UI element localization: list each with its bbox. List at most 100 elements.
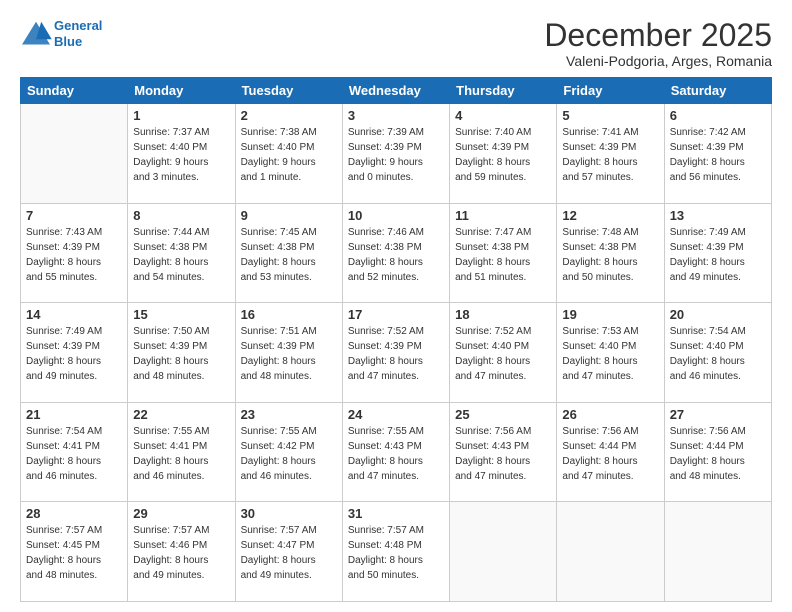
day-info: Sunrise: 7:38 AM Sunset: 4:40 PM Dayligh…	[241, 125, 337, 185]
logo-icon	[20, 20, 52, 48]
week-row: 14 Sunrise: 7:49 AM Sunset: 4:39 PM Dayli…	[21, 303, 772, 403]
day-number: 3	[348, 108, 444, 123]
logo-line2: Blue	[54, 34, 82, 49]
day-info: Sunrise: 7:52 AM Sunset: 4:39 PM Dayligh…	[348, 324, 444, 384]
day-number: 28	[26, 506, 122, 521]
day-number: 19	[562, 307, 658, 322]
day-number: 17	[348, 307, 444, 322]
logo-text: General Blue	[54, 18, 102, 49]
day-info: Sunrise: 7:44 AM Sunset: 4:38 PM Dayligh…	[133, 225, 229, 285]
header-day: Monday	[128, 78, 235, 104]
day-number: 18	[455, 307, 551, 322]
day-info: Sunrise: 7:57 AM Sunset: 4:47 PM Dayligh…	[241, 523, 337, 583]
week-row: 1 Sunrise: 7:37 AM Sunset: 4:40 PM Daylig…	[21, 104, 772, 204]
day-number: 10	[348, 208, 444, 223]
calendar-cell: 23Sunrise: 7:55 AM Sunset: 4:42 PM Dayli…	[235, 402, 342, 502]
day-number: 22	[133, 407, 229, 422]
calendar-cell: 15Sunrise: 7:50 AM Sunset: 4:39 PM Dayli…	[128, 303, 235, 403]
day-number: 13	[670, 208, 766, 223]
calendar-cell	[664, 502, 771, 602]
header-day: Thursday	[450, 78, 557, 104]
day-info: Sunrise: 7:48 AM Sunset: 4:38 PM Dayligh…	[562, 225, 658, 285]
day-info: Sunrise: 7:55 AM Sunset: 4:41 PM Dayligh…	[133, 424, 229, 484]
day-number: 30	[241, 506, 337, 521]
calendar-cell	[450, 502, 557, 602]
header-row: SundayMondayTuesdayWednesdayThursdayFrid…	[21, 78, 772, 104]
calendar-cell: 11 Sunrise: 7:47 AM Sunset: 4:38 PM Dayli…	[450, 203, 557, 303]
day-info: Sunrise: 7:47 AM Sunset: 4:38 PM Dayligh…	[455, 225, 551, 285]
day-info: Sunrise: 7:37 AM Sunset: 4:40 PM Dayligh…	[133, 125, 229, 185]
calendar-cell: 20 Sunrise: 7:54 AM Sunset: 4:40 PM Dayli…	[664, 303, 771, 403]
day-number: 16	[241, 307, 337, 322]
calendar-cell: 19 Sunrise: 7:53 AM Sunset: 4:40 PM Dayli…	[557, 303, 664, 403]
day-info: Sunrise: 7:57 AM Sunset: 4:45 PM Dayligh…	[26, 523, 122, 583]
header-day: Tuesday	[235, 78, 342, 104]
calendar-cell: 6Sunrise: 7:42 AM Sunset: 4:39 PM Daylig…	[664, 104, 771, 204]
day-info: Sunrise: 7:42 AM Sunset: 4:39 PM Dayligh…	[670, 125, 766, 185]
day-number: 25	[455, 407, 551, 422]
day-info: Sunrise: 7:41 AM Sunset: 4:39 PM Dayligh…	[562, 125, 658, 185]
day-info: Sunrise: 7:55 AM Sunset: 4:43 PM Dayligh…	[348, 424, 444, 484]
main-title: December 2025	[544, 18, 772, 53]
day-info: Sunrise: 7:45 AM Sunset: 4:38 PM Dayligh…	[241, 225, 337, 285]
calendar-cell: 29 Sunrise: 7:57 AM Sunset: 4:46 PM Dayli…	[128, 502, 235, 602]
day-number: 29	[133, 506, 229, 521]
calendar-cell: 3 Sunrise: 7:39 AM Sunset: 4:39 PM Daylig…	[342, 104, 449, 204]
day-number: 2	[241, 108, 337, 123]
day-number: 20	[670, 307, 766, 322]
header-day: Wednesday	[342, 78, 449, 104]
day-info: Sunrise: 7:50 AM Sunset: 4:39 PM Dayligh…	[133, 324, 229, 384]
calendar-cell: 2 Sunrise: 7:38 AM Sunset: 4:40 PM Daylig…	[235, 104, 342, 204]
week-row: 21 Sunrise: 7:54 AM Sunset: 4:41 PM Dayli…	[21, 402, 772, 502]
logo: General Blue	[20, 18, 102, 49]
calendar-cell: 12Sunrise: 7:48 AM Sunset: 4:38 PM Dayli…	[557, 203, 664, 303]
day-number: 1	[133, 108, 229, 123]
calendar-table: SundayMondayTuesdayWednesdayThursdayFrid…	[20, 77, 772, 602]
day-number: 7	[26, 208, 122, 223]
subtitle: Valeni-Podgoria, Arges, Romania	[544, 53, 772, 69]
day-number: 5	[562, 108, 658, 123]
calendar-cell: 27Sunrise: 7:56 AM Sunset: 4:44 PM Dayli…	[664, 402, 771, 502]
day-number: 24	[348, 407, 444, 422]
week-row: 7Sunrise: 7:43 AM Sunset: 4:39 PM Daylig…	[21, 203, 772, 303]
day-number: 31	[348, 506, 444, 521]
day-number: 4	[455, 108, 551, 123]
day-info: Sunrise: 7:49 AM Sunset: 4:39 PM Dayligh…	[670, 225, 766, 285]
day-info: Sunrise: 7:56 AM Sunset: 4:43 PM Dayligh…	[455, 424, 551, 484]
day-info: Sunrise: 7:52 AM Sunset: 4:40 PM Dayligh…	[455, 324, 551, 384]
calendar-cell: 21 Sunrise: 7:54 AM Sunset: 4:41 PM Dayli…	[21, 402, 128, 502]
calendar-cell: 8Sunrise: 7:44 AM Sunset: 4:38 PM Daylig…	[128, 203, 235, 303]
calendar-cell: 1 Sunrise: 7:37 AM Sunset: 4:40 PM Daylig…	[128, 104, 235, 204]
day-number: 11	[455, 208, 551, 223]
header-day: Sunday	[21, 78, 128, 104]
day-info: Sunrise: 7:51 AM Sunset: 4:39 PM Dayligh…	[241, 324, 337, 384]
calendar-cell: 5 Sunrise: 7:41 AM Sunset: 4:39 PM Daylig…	[557, 104, 664, 204]
calendar-cell: 26 Sunrise: 7:56 AM Sunset: 4:44 PM Dayli…	[557, 402, 664, 502]
day-info: Sunrise: 7:53 AM Sunset: 4:40 PM Dayligh…	[562, 324, 658, 384]
calendar-cell: 10Sunrise: 7:46 AM Sunset: 4:38 PM Dayli…	[342, 203, 449, 303]
day-number: 14	[26, 307, 122, 322]
calendar-cell	[557, 502, 664, 602]
day-info: Sunrise: 7:56 AM Sunset: 4:44 PM Dayligh…	[562, 424, 658, 484]
calendar-cell: 25 Sunrise: 7:56 AM Sunset: 4:43 PM Dayli…	[450, 402, 557, 502]
header-day: Friday	[557, 78, 664, 104]
page: General Blue December 2025 Valeni-Podgor…	[0, 0, 792, 612]
day-info: Sunrise: 7:39 AM Sunset: 4:39 PM Dayligh…	[348, 125, 444, 185]
day-info: Sunrise: 7:54 AM Sunset: 4:41 PM Dayligh…	[26, 424, 122, 484]
calendar-cell: 14 Sunrise: 7:49 AM Sunset: 4:39 PM Dayli…	[21, 303, 128, 403]
day-number: 21	[26, 407, 122, 422]
day-info: Sunrise: 7:57 AM Sunset: 4:46 PM Dayligh…	[133, 523, 229, 583]
day-info: Sunrise: 7:56 AM Sunset: 4:44 PM Dayligh…	[670, 424, 766, 484]
calendar-cell: 28 Sunrise: 7:57 AM Sunset: 4:45 PM Dayli…	[21, 502, 128, 602]
calendar-cell: 7Sunrise: 7:43 AM Sunset: 4:39 PM Daylig…	[21, 203, 128, 303]
title-block: December 2025 Valeni-Podgoria, Arges, Ro…	[544, 18, 772, 69]
calendar-cell	[21, 104, 128, 204]
day-info: Sunrise: 7:49 AM Sunset: 4:39 PM Dayligh…	[26, 324, 122, 384]
logo-line1: General	[54, 18, 102, 33]
day-info: Sunrise: 7:54 AM Sunset: 4:40 PM Dayligh…	[670, 324, 766, 384]
calendar-cell: 24 Sunrise: 7:55 AM Sunset: 4:43 PM Dayli…	[342, 402, 449, 502]
calendar-cell: 4Sunrise: 7:40 AM Sunset: 4:39 PM Daylig…	[450, 104, 557, 204]
day-number: 26	[562, 407, 658, 422]
calendar-cell: 18 Sunrise: 7:52 AM Sunset: 4:40 PM Dayli…	[450, 303, 557, 403]
calendar-cell: 30 Sunrise: 7:57 AM Sunset: 4:47 PM Dayli…	[235, 502, 342, 602]
